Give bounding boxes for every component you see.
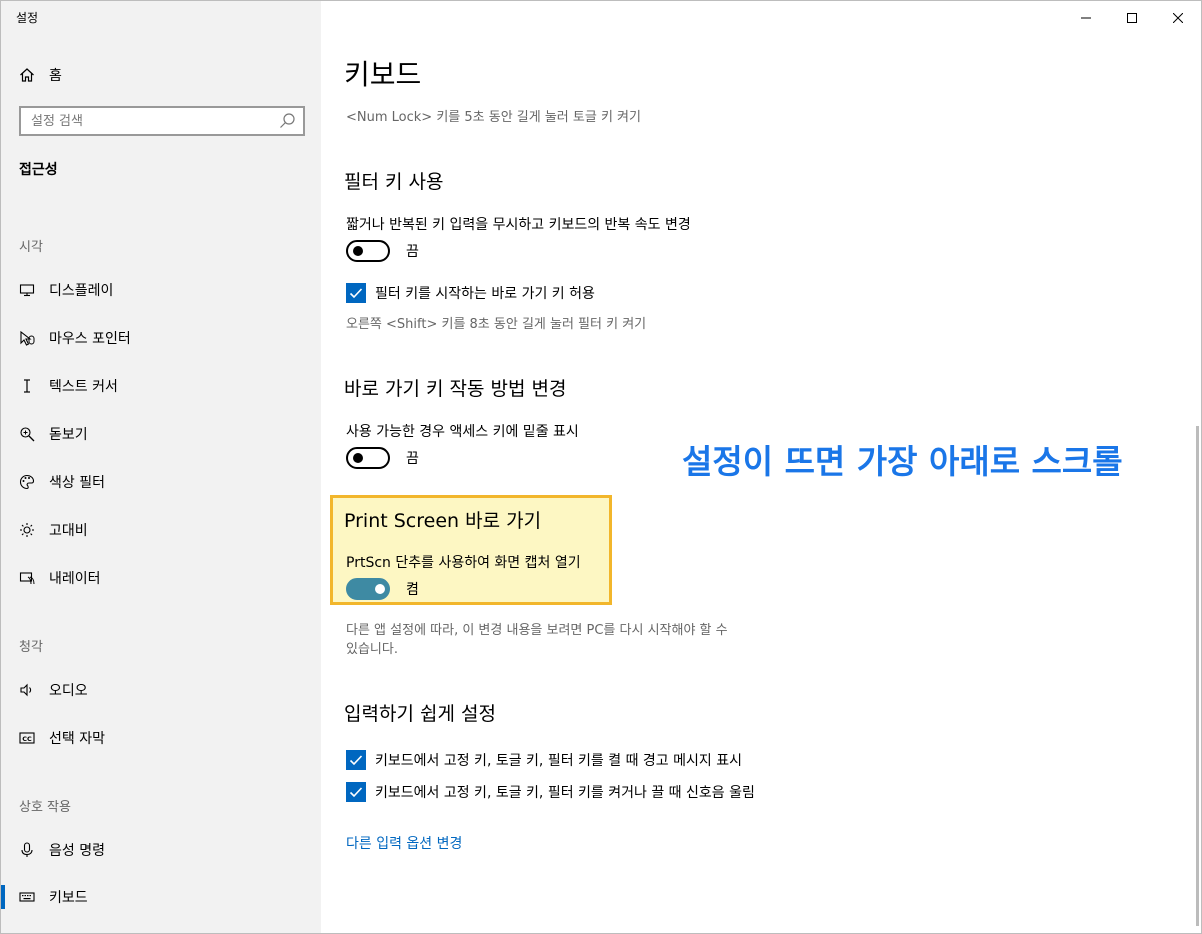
active-indicator bbox=[1, 885, 5, 909]
home-icon bbox=[20, 68, 34, 82]
palette-icon bbox=[18, 473, 36, 491]
toggle-knob bbox=[353, 453, 363, 463]
search-input[interactable] bbox=[21, 112, 277, 130]
numlock-description: <Num Lock> 키를 5초 동안 길게 눌러 토글 키 켜기 bbox=[346, 110, 641, 125]
search-box[interactable] bbox=[19, 106, 305, 136]
sidebar-home[interactable]: 홈 bbox=[19, 63, 62, 87]
underline-access-keys-description: 사용 가능한 경우 액세스 키에 밑줄 표시 bbox=[346, 424, 579, 440]
sidebar-item-label: 음성 명령 bbox=[49, 843, 105, 859]
svg-text:CC: CC bbox=[22, 735, 32, 743]
search-icon[interactable] bbox=[277, 111, 297, 131]
sidebar-item-narrator[interactable]: 내레이터 bbox=[1, 558, 321, 598]
sidebar-item-label: 색상 필터 bbox=[49, 475, 105, 491]
sidebar-item-keyboard[interactable]: 키보드 bbox=[1, 877, 321, 917]
sidebar-item-high-contrast[interactable]: 고대비 bbox=[1, 510, 321, 550]
filter-keys-toggle-row: 끔 bbox=[346, 240, 419, 262]
filter-keys-shortcut-description: 오른쪽 <Shift> 키를 8초 동안 길게 눌러 필터 키 켜기 bbox=[346, 317, 647, 332]
closed-caption-icon: CC bbox=[18, 729, 36, 747]
microphone-icon bbox=[18, 841, 36, 859]
checkmark-icon bbox=[349, 288, 363, 299]
app-title: 설정 bbox=[16, 11, 39, 25]
home-label: 홈 bbox=[49, 68, 62, 84]
sidebar-item-label: 내레이터 bbox=[49, 571, 101, 587]
sidebar-item-label: 텍스트 커서 bbox=[49, 379, 118, 395]
sidebar-item-mouse-pointer[interactable]: 마우스 포인터 bbox=[1, 318, 321, 358]
typing-sound-checkbox-row[interactable]: 키보드에서 고정 키, 토글 키, 필터 키를 켜거나 끌 때 신호음 울림 bbox=[346, 782, 755, 802]
checkbox-label: 키보드에서 고정 키, 토글 키, 필터 키를 켜거나 끌 때 신호음 울림 bbox=[375, 785, 755, 801]
section-title: 접근성 bbox=[19, 162, 58, 178]
annotation-text: 설정이 뜨면 가장 아래로 스크롤 bbox=[682, 442, 1123, 481]
print-screen-toggle-state: 켬 bbox=[406, 582, 419, 598]
sidebar-item-audio[interactable]: 오디오 bbox=[1, 670, 321, 710]
speaker-icon bbox=[18, 681, 36, 699]
text-cursor-icon bbox=[18, 377, 36, 395]
group-label-vision: 시각 bbox=[19, 240, 43, 255]
print-screen-toggle-row: 켬 bbox=[346, 578, 419, 600]
other-input-options-link[interactable]: 다른 입력 옵션 변경 bbox=[346, 833, 462, 853]
magnifier-icon bbox=[18, 425, 36, 443]
filter-keys-description: 짧거나 반복된 키 입력을 무시하고 키보드의 반복 속도 변경 bbox=[346, 217, 691, 233]
underline-access-keys-toggle-state: 끔 bbox=[406, 451, 419, 467]
print-screen-note-line1: 다른 앱 설정에 따라, 이 변경 내용을 보려면 PC를 다시 시작해야 할 … bbox=[346, 623, 728, 638]
sidebar: 설정 홈 접근성 시각 디스플레이 마우스 포인터 텍스트 커서 돋보기 bbox=[1, 1, 321, 933]
sidebar-item-text-cursor[interactable]: 텍스트 커서 bbox=[1, 366, 321, 406]
sidebar-item-label: 돋보기 bbox=[49, 427, 88, 443]
checkmark-icon bbox=[349, 787, 363, 798]
group-label-hearing: 청각 bbox=[19, 640, 43, 655]
print-screen-toggle[interactable] bbox=[346, 578, 390, 600]
settings-window: 설정 홈 접근성 시각 디스플레이 마우스 포인터 텍스트 커서 돋보기 bbox=[0, 0, 1202, 934]
group-label-interaction: 상호 작용 bbox=[19, 800, 71, 815]
sidebar-item-display[interactable]: 디스플레이 bbox=[1, 270, 321, 310]
typing-heading: 입력하기 쉽게 설정 bbox=[344, 703, 496, 725]
sidebar-item-closed-captions[interactable]: CC 선택 자막 bbox=[1, 718, 321, 758]
typing-warning-checkbox[interactable] bbox=[346, 750, 366, 770]
narrator-icon bbox=[18, 569, 36, 587]
print-screen-note-line2: 있습니다. bbox=[346, 642, 398, 657]
filter-keys-toggle[interactable] bbox=[346, 240, 390, 262]
shortcut-behavior-heading: 바로 가기 키 작동 방법 변경 bbox=[344, 378, 567, 400]
filter-keys-shortcut-checkbox-row[interactable]: 필터 키를 시작하는 바로 가기 키 허용 bbox=[346, 283, 595, 303]
checkbox-label: 필터 키를 시작하는 바로 가기 키 허용 bbox=[375, 286, 595, 302]
sidebar-item-magnifier[interactable]: 돋보기 bbox=[1, 414, 321, 454]
filter-keys-heading: 필터 키 사용 bbox=[344, 171, 444, 193]
main-content: 키보드 <Num Lock> 키를 5초 동안 길게 눌러 토글 키 켜기 필터… bbox=[322, 1, 1201, 933]
mouse-pointer-icon bbox=[18, 329, 36, 347]
print-screen-description: PrtScn 단추를 사용하여 화면 캡처 열기 bbox=[346, 555, 581, 571]
toggle-knob bbox=[353, 246, 363, 256]
typing-sound-checkbox[interactable] bbox=[346, 782, 366, 802]
print-screen-heading: Print Screen 바로 가기 bbox=[344, 510, 542, 532]
sidebar-item-label: 선택 자막 bbox=[49, 731, 105, 747]
page-title: 키보드 bbox=[344, 58, 422, 91]
sidebar-item-label: 고대비 bbox=[49, 523, 88, 539]
checkmark-icon bbox=[349, 755, 363, 766]
keyboard-icon bbox=[18, 888, 36, 906]
sidebar-item-speech[interactable]: 음성 명령 bbox=[1, 830, 321, 870]
filter-keys-shortcut-checkbox[interactable] bbox=[346, 283, 366, 303]
sidebar-item-label: 디스플레이 bbox=[49, 283, 114, 299]
sidebar-item-label: 마우스 포인터 bbox=[49, 331, 131, 347]
sidebar-item-label: 오디오 bbox=[49, 683, 88, 699]
underline-access-keys-toggle-row: 끔 bbox=[346, 447, 419, 469]
brightness-icon bbox=[18, 521, 36, 539]
sidebar-item-color-filter[interactable]: 색상 필터 bbox=[1, 462, 321, 502]
checkbox-label: 키보드에서 고정 키, 토글 키, 필터 키를 켤 때 경고 메시지 표시 bbox=[375, 753, 742, 769]
filter-keys-toggle-state: 끔 bbox=[406, 244, 419, 260]
underline-access-keys-toggle[interactable] bbox=[346, 447, 390, 469]
sidebar-item-label: 키보드 bbox=[49, 890, 88, 906]
toggle-knob bbox=[375, 584, 385, 594]
typing-warning-checkbox-row[interactable]: 키보드에서 고정 키, 토글 키, 필터 키를 켤 때 경고 메시지 표시 bbox=[346, 750, 742, 770]
scrollbar[interactable] bbox=[1196, 426, 1199, 926]
monitor-icon bbox=[18, 281, 36, 299]
